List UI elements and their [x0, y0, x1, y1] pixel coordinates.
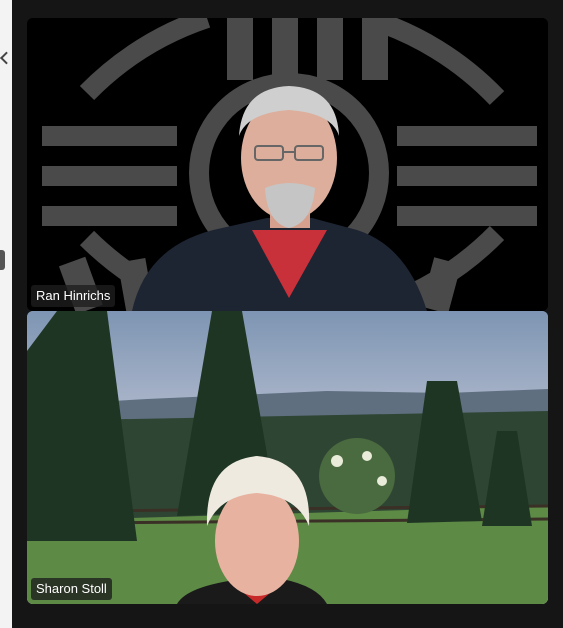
- video-tile[interactable]: Ran Hinrichs: [27, 18, 548, 311]
- collapse-chevron-icon[interactable]: [0, 51, 13, 65]
- video-gallery: Ran Hinrichs Sharon Stoll: [12, 0, 563, 628]
- participant-name-label: Ran Hinrichs: [31, 285, 116, 307]
- participant-name-label: Sharon Stoll: [31, 578, 112, 600]
- video-tile[interactable]: Sharon Stoll: [27, 311, 548, 604]
- virtual-background-zia-symbol: [27, 18, 548, 311]
- panel-resize-handle[interactable]: [0, 250, 5, 270]
- video-background-landscape: [27, 311, 548, 604]
